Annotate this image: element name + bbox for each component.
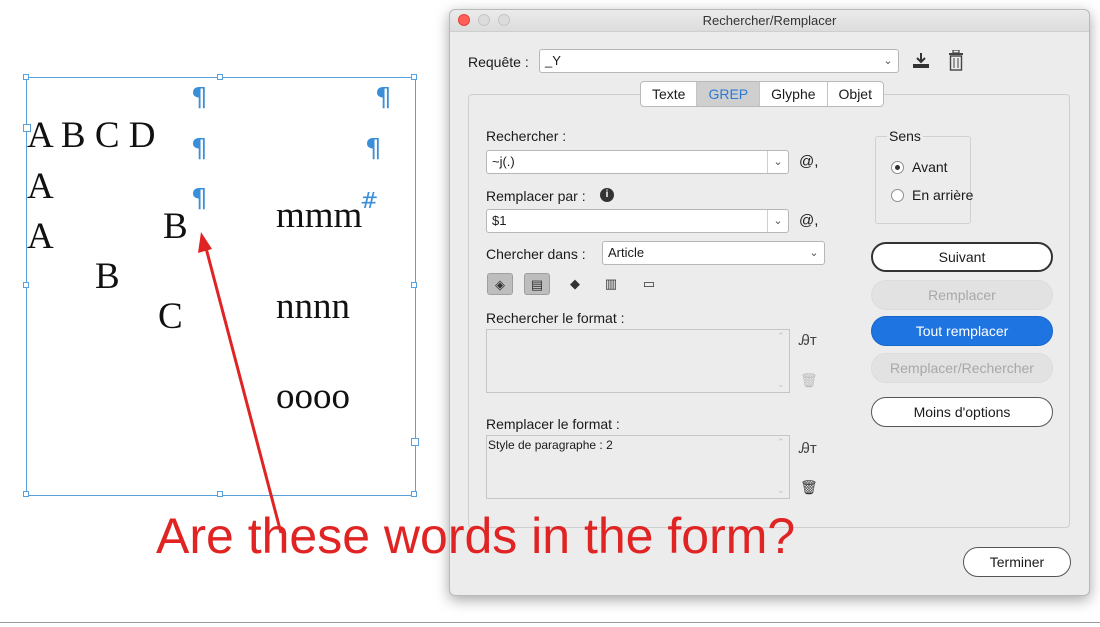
arrow-head-icon <box>198 232 212 253</box>
divider <box>0 622 1100 623</box>
annotation-text: Are these words in the form? <box>156 508 796 564</box>
